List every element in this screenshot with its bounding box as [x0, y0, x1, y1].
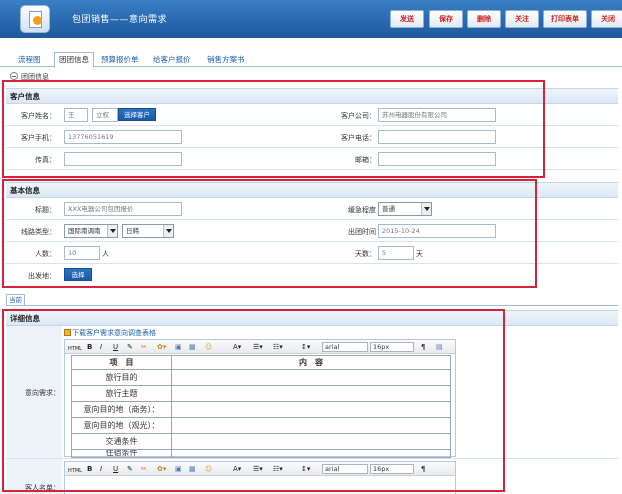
- tab-bar: 流程图 团团信息 预算报价单 给客户报价 销售方案书: [0, 50, 622, 68]
- tab-group-info[interactable]: 团团信息: [54, 52, 94, 68]
- annotation-box-customer: [2, 80, 545, 178]
- collapse-icon[interactable]: [10, 72, 18, 80]
- app-logo-icon: [20, 5, 50, 33]
- app-header: 包团销售——意向需求 发送 保存 删除 关注 打印表单 关闭: [0, 0, 622, 38]
- annotation-box-detail: [2, 309, 505, 492]
- save-button[interactable]: 保存: [429, 10, 463, 28]
- annotation-box-basic: [2, 179, 537, 288]
- delete-button[interactable]: 删除: [467, 10, 501, 28]
- tab-current[interactable]: 当前: [6, 294, 25, 305]
- tab-sales-plan[interactable]: 销售方案书: [207, 53, 245, 67]
- tab-customer-quote[interactable]: 给客户报价: [153, 53, 191, 67]
- tab-flowchart[interactable]: 流程图: [18, 53, 41, 67]
- print-button[interactable]: 打印表单: [543, 10, 587, 28]
- tab-budget[interactable]: 预算报价单: [101, 53, 139, 67]
- page-title: 包团销售——意向需求: [72, 15, 168, 25]
- follow-button[interactable]: 关注: [505, 10, 539, 28]
- close-button[interactable]: 关闭: [591, 10, 622, 28]
- send-button[interactable]: 发送: [390, 10, 424, 28]
- divider: [6, 305, 618, 306]
